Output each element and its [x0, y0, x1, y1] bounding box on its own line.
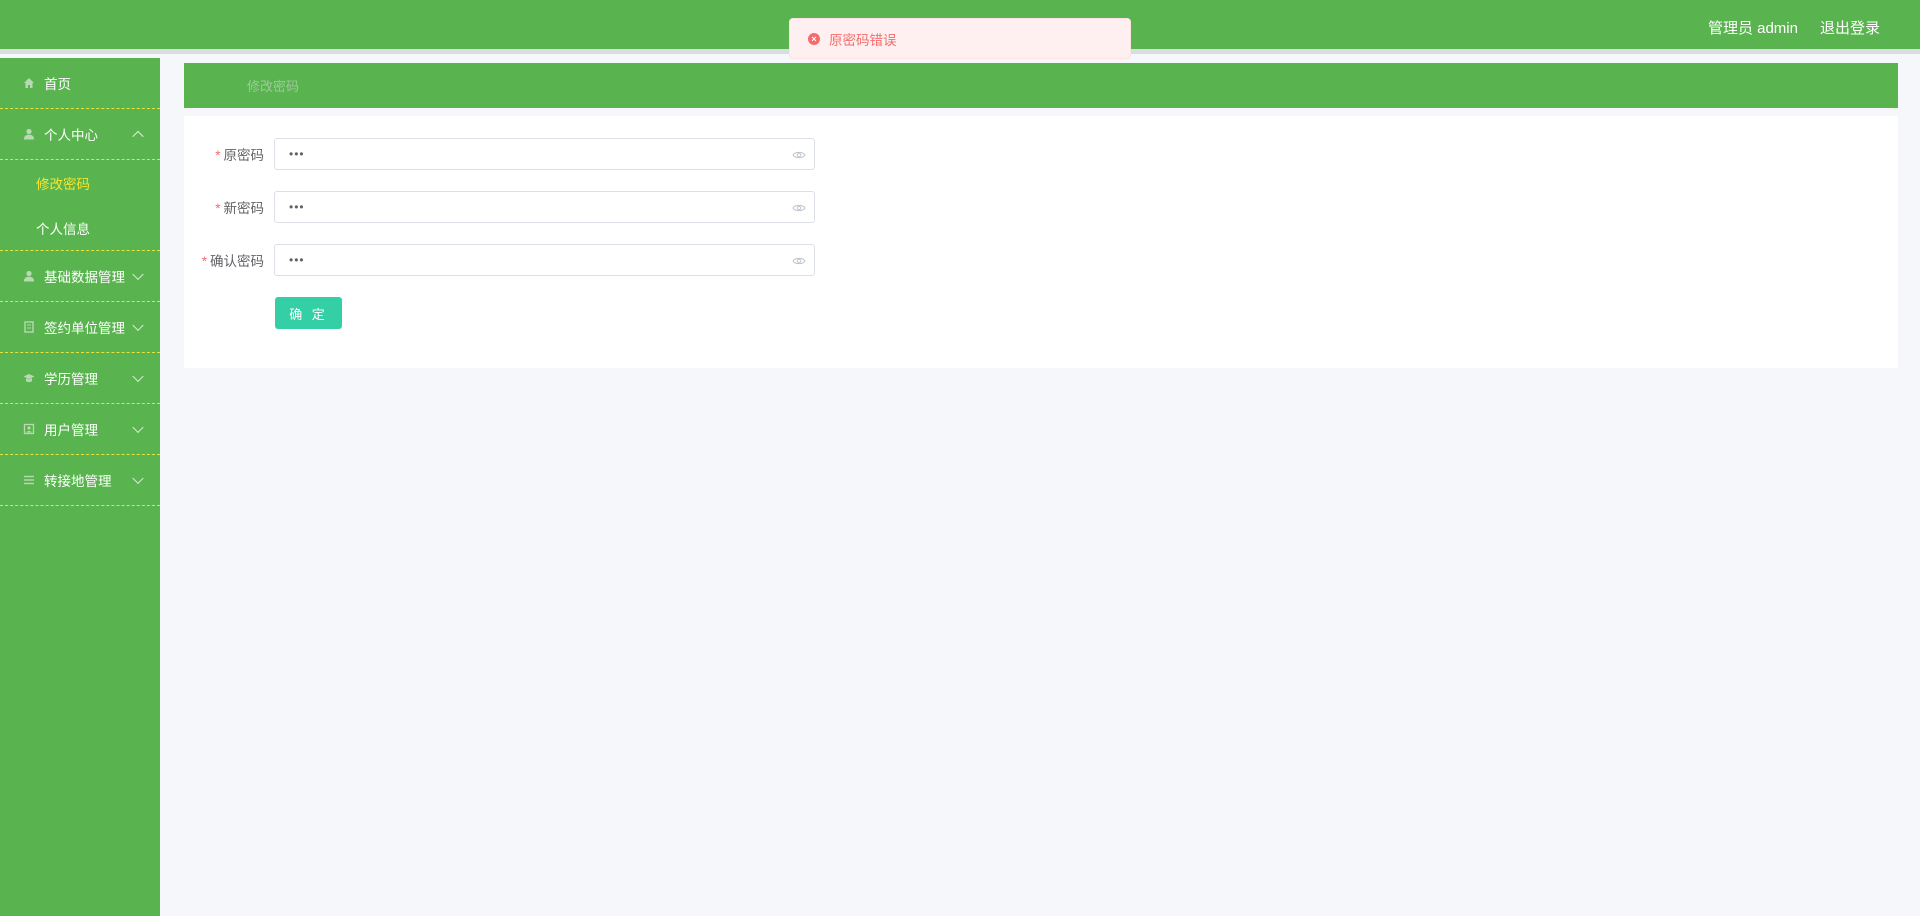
sidebar-subitem-personal-info[interactable]: 个人信息	[0, 205, 160, 250]
sidebar-item-basic-data[interactable]: 基础数据管理	[0, 251, 160, 302]
password-mask: •••	[289, 253, 305, 267]
graduation-icon	[22, 371, 36, 385]
required-asterisk: *	[215, 148, 221, 163]
user-icon	[22, 127, 36, 141]
old-password-label: * 原密码	[215, 148, 264, 163]
sidebar-item-label: 首页	[44, 77, 71, 92]
sidebar-item-label: 基础数据管理	[44, 270, 125, 285]
required-asterisk: *	[201, 254, 207, 269]
breadcrumb: 修改密码	[184, 63, 1898, 108]
logout-link[interactable]: 退出登录	[1820, 17, 1880, 38]
sidebar-item-label: 个人中心	[44, 128, 98, 143]
eye-icon[interactable]	[792, 148, 806, 162]
required-asterisk: *	[215, 201, 221, 216]
breadcrumb-current[interactable]: 修改密码	[247, 76, 299, 95]
users-icon	[22, 422, 36, 436]
chevron-down-icon	[132, 319, 144, 332]
eye-icon[interactable]	[792, 201, 806, 215]
old-password-row: * 原密码 •••	[184, 138, 815, 170]
password-mask: •••	[289, 200, 305, 214]
eye-icon[interactable]	[792, 254, 806, 268]
user-area: 管理员 admin 退出登录	[1708, 0, 1880, 54]
change-password-form: * 原密码 ••• * 新密码 ••• * 确认密码 ••• 确 定	[184, 116, 1898, 368]
user-icon	[22, 269, 36, 283]
chevron-down-icon	[132, 268, 144, 281]
sidebar-item-label: 签约单位管理	[44, 321, 125, 336]
sidebar-item-personal-center[interactable]: 个人中心	[0, 109, 160, 160]
error-icon: ×	[808, 32, 820, 45]
chevron-down-icon	[132, 370, 144, 383]
sidebar-item-label: 转接地管理	[44, 474, 112, 489]
error-toast: × 原密码错误	[789, 18, 1131, 59]
sidebar: 首页 个人中心 修改密码 个人信息 基础数据管理 签约单位管理 学历管理 用户管…	[0, 58, 160, 916]
list-icon	[22, 473, 36, 487]
old-password-input[interactable]: •••	[274, 138, 815, 170]
sidebar-subitem-change-password[interactable]: 修改密码	[0, 160, 160, 205]
sidebar-item-contract-units[interactable]: 签约单位管理	[0, 302, 160, 353]
confirm-password-label: * 确认密码	[201, 254, 264, 269]
password-mask: •••	[289, 147, 305, 161]
chevron-down-icon	[132, 421, 144, 434]
confirm-button[interactable]: 确 定	[275, 297, 342, 329]
new-password-input[interactable]: •••	[274, 191, 815, 223]
new-password-row: * 新密码 •••	[184, 191, 815, 223]
building-icon	[22, 320, 36, 334]
current-user-label: 管理员 admin	[1707, 19, 1798, 37]
toast-message: 原密码错误	[829, 32, 897, 48]
chevron-up-icon	[132, 130, 144, 143]
sidebar-item-education[interactable]: 学历管理	[0, 353, 160, 404]
sidebar-item-users[interactable]: 用户管理	[0, 404, 160, 455]
sidebar-item-transfer-location[interactable]: 转接地管理	[0, 455, 160, 506]
confirm-password-row: * 确认密码 •••	[184, 244, 815, 276]
new-password-label: * 新密码	[215, 201, 264, 216]
sidebar-item-home[interactable]: 首页	[0, 58, 160, 109]
submenu-personal-center: 修改密码 个人信息	[0, 160, 160, 251]
sidebar-item-label: 用户管理	[44, 423, 98, 438]
home-icon	[22, 76, 36, 90]
chevron-down-icon	[132, 472, 144, 485]
confirm-password-input[interactable]: •••	[274, 244, 815, 276]
sidebar-item-label: 学历管理	[44, 372, 98, 387]
